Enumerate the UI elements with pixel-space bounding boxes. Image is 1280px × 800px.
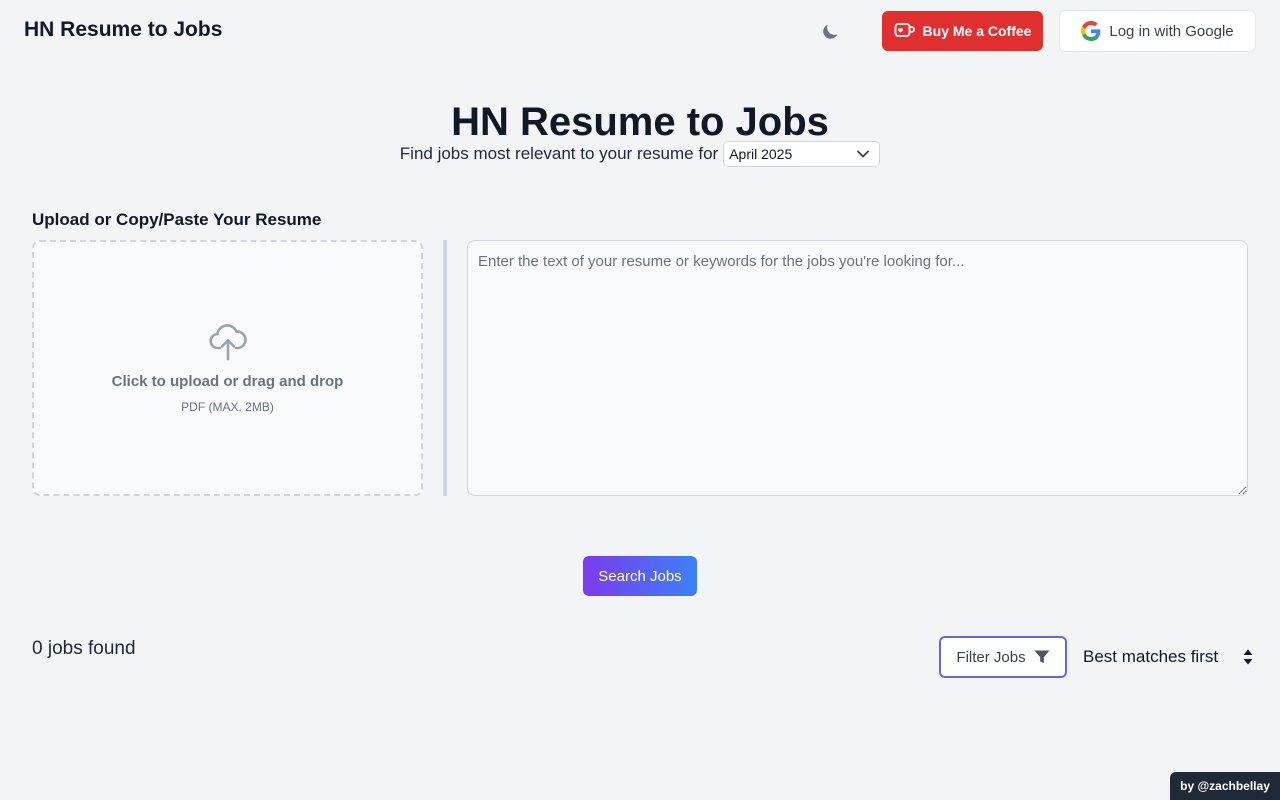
filter-jobs-label: Filter Jobs	[956, 648, 1026, 666]
month-select[interactable]: April 2025	[723, 141, 881, 167]
dropzone-title: Click to upload or drag and drop	[111, 373, 344, 390]
resume-dropzone[interactable]: Click to upload or drag and drop PDF (MA…	[32, 240, 423, 496]
sort-icon	[1243, 649, 1253, 665]
page-title: HN Resume to Jobs	[451, 100, 829, 144]
upload-section-label: Upload or Copy/Paste Your Resume	[32, 210, 322, 229]
hero-subtitle-row: Find jobs most relevant to your resume f…	[0, 141, 1280, 167]
cloud-upload-icon	[209, 322, 247, 362]
coffee-button-label: Buy Me a Coffee	[922, 23, 1032, 39]
search-jobs-button[interactable]: Search Jobs	[583, 556, 697, 596]
month-select-value: April 2025	[729, 146, 793, 162]
dropzone-file-hint: PDF (MAX. 2MB)	[181, 400, 274, 414]
sort-select[interactable]: Best matches first	[1083, 640, 1253, 674]
coffee-cup-icon	[894, 22, 916, 40]
buy-me-a-coffee-button[interactable]: Buy Me a Coffee	[882, 11, 1043, 51]
vertical-divider	[443, 240, 447, 496]
google-login-button[interactable]: Log in with Google	[1059, 10, 1256, 52]
author-credit-link[interactable]: by @zachbellay	[1170, 772, 1280, 800]
hero-subtitle: Find jobs most relevant to your resume f…	[399, 144, 719, 163]
jobs-found-count: 0 jobs found	[32, 638, 136, 659]
top-bar: HN Resume to Jobs Buy Me a Coffee Log in…	[0, 0, 1280, 62]
google-icon	[1081, 21, 1101, 41]
sort-select-value: Best matches first	[1083, 647, 1219, 666]
resume-text-input[interactable]	[467, 240, 1248, 496]
chevron-down-icon	[857, 150, 870, 158]
brand-title[interactable]: HN Resume to Jobs	[24, 18, 222, 42]
google-button-label: Log in with Google	[1109, 22, 1234, 40]
moon-icon[interactable]	[819, 21, 841, 43]
filter-icon	[1034, 650, 1050, 664]
filter-jobs-button[interactable]: Filter Jobs	[939, 636, 1067, 678]
